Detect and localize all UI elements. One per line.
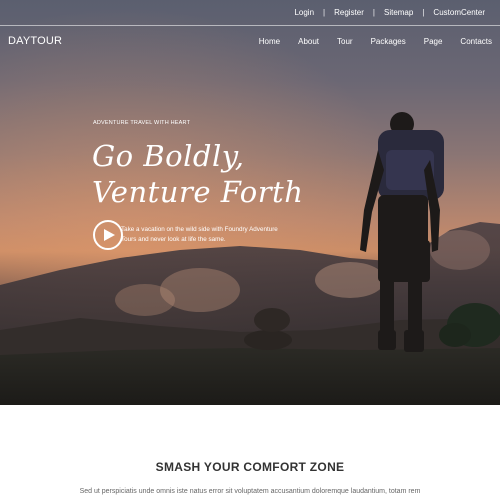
nav-contacts[interactable]: Contacts bbox=[460, 37, 492, 46]
separator: | bbox=[372, 8, 375, 17]
register-link[interactable]: Register bbox=[325, 8, 373, 17]
main-menu: Home About Tour Packages Page Contacts bbox=[241, 37, 492, 46]
headline-line-2: Venture Forth bbox=[92, 175, 304, 209]
separator: | bbox=[323, 8, 326, 17]
custom-center-link[interactable]: CustomCenter bbox=[424, 8, 494, 17]
nav-page[interactable]: Page bbox=[424, 37, 443, 46]
login-link[interactable]: Login bbox=[285, 8, 323, 17]
hero-description: Take a vacation on the wild side with Fo… bbox=[121, 226, 278, 243]
hero-banner: Login | Register | Sitemap | CustomCente… bbox=[0, 0, 500, 405]
headline-line-1: Go Boldly, bbox=[92, 139, 245, 173]
separator: | bbox=[422, 8, 425, 17]
section-text: Sed ut perspiciatis unde omnis iste natu… bbox=[79, 488, 421, 495]
nav-packages[interactable]: Packages bbox=[371, 37, 406, 46]
nav-about[interactable]: About bbox=[298, 37, 319, 46]
play-icon bbox=[104, 229, 115, 241]
nav-tour[interactable]: Tour bbox=[337, 37, 353, 46]
hero-tagline: ADVENTURE TRAVEL WITH HEART bbox=[93, 120, 191, 126]
main-navbar: DAYTOUR Home About Tour Packages Page Co… bbox=[0, 27, 500, 55]
comfort-zone-section bbox=[0, 405, 500, 500]
nav-home[interactable]: Home bbox=[259, 37, 280, 46]
section-title: SMASH YOUR COMFORT ZONE bbox=[155, 460, 345, 474]
hero-headline: Go Boldly, Venture Forth bbox=[92, 138, 303, 210]
brand-logo[interactable]: DAYTOUR bbox=[8, 35, 62, 47]
play-video-button[interactable] bbox=[93, 220, 123, 250]
top-bar: Login | Register | Sitemap | CustomCente… bbox=[0, 0, 500, 26]
sitemap-link[interactable]: Sitemap bbox=[375, 8, 422, 17]
